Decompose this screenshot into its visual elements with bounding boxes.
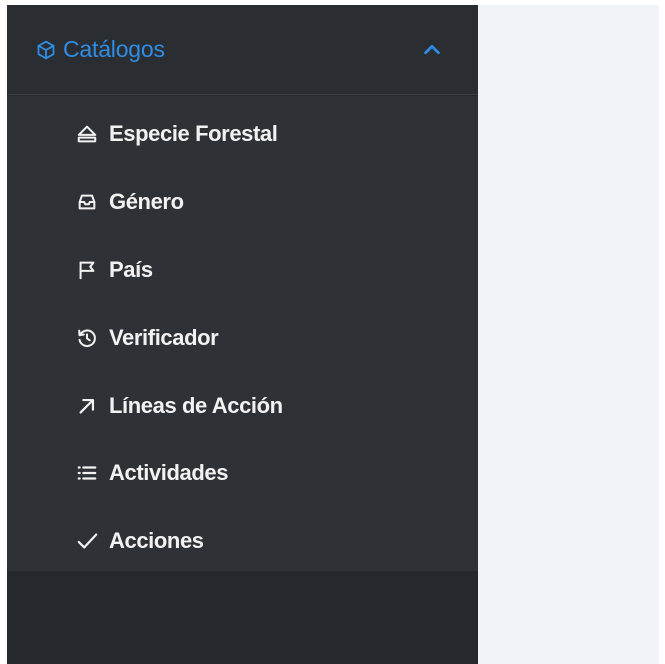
sidebar-item-label: Género [109, 189, 184, 214]
flag-icon [74, 258, 100, 282]
sidebar-item-lineas-de-accion[interactable]: Líneas de Acción [74, 386, 454, 426]
sidebar-item-label: Actividades [109, 460, 229, 485]
sidebar-item-acciones[interactable]: Acciones [74, 521, 454, 561]
sidebar-section-catalogos[interactable]: Catálogos [7, 5, 478, 95]
cube-icon [35, 39, 57, 61]
eject-icon [74, 122, 100, 146]
sidebar-item-label: Acciones [109, 528, 204, 553]
sidebar: Catálogos Especie Forestal Género País V… [7, 5, 478, 664]
sidebar-item-actividades[interactable]: Actividades [74, 453, 454, 493]
sidebar-item-label: Especie Forestal [109, 121, 278, 146]
arrow-up-right-icon [74, 394, 100, 418]
sidebar-item-label: País [109, 257, 153, 282]
check-icon [74, 529, 100, 553]
sidebar-footer-area [7, 571, 478, 664]
app-frame: Catálogos Especie Forestal Género País V… [0, 0, 665, 664]
list-icon [74, 461, 100, 485]
sidebar-section-label: Catálogos [63, 36, 165, 62]
sidebar-item-verificador[interactable]: Verificador [74, 318, 454, 358]
sidebar-submenu: Especie Forestal Género País Verificador… [7, 96, 478, 571]
sidebar-item-label: Líneas de Acción [109, 393, 283, 418]
sidebar-item-pais[interactable]: País [74, 250, 454, 290]
main-content-area [478, 5, 659, 664]
sidebar-item-label: Verificador [109, 325, 219, 350]
sidebar-item-especie-forestal[interactable]: Especie Forestal [74, 114, 454, 154]
sidebar-item-genero[interactable]: Género [74, 182, 454, 222]
chevron-up-icon[interactable] [420, 38, 444, 62]
inbox-icon [74, 190, 100, 214]
history-icon [74, 326, 100, 350]
